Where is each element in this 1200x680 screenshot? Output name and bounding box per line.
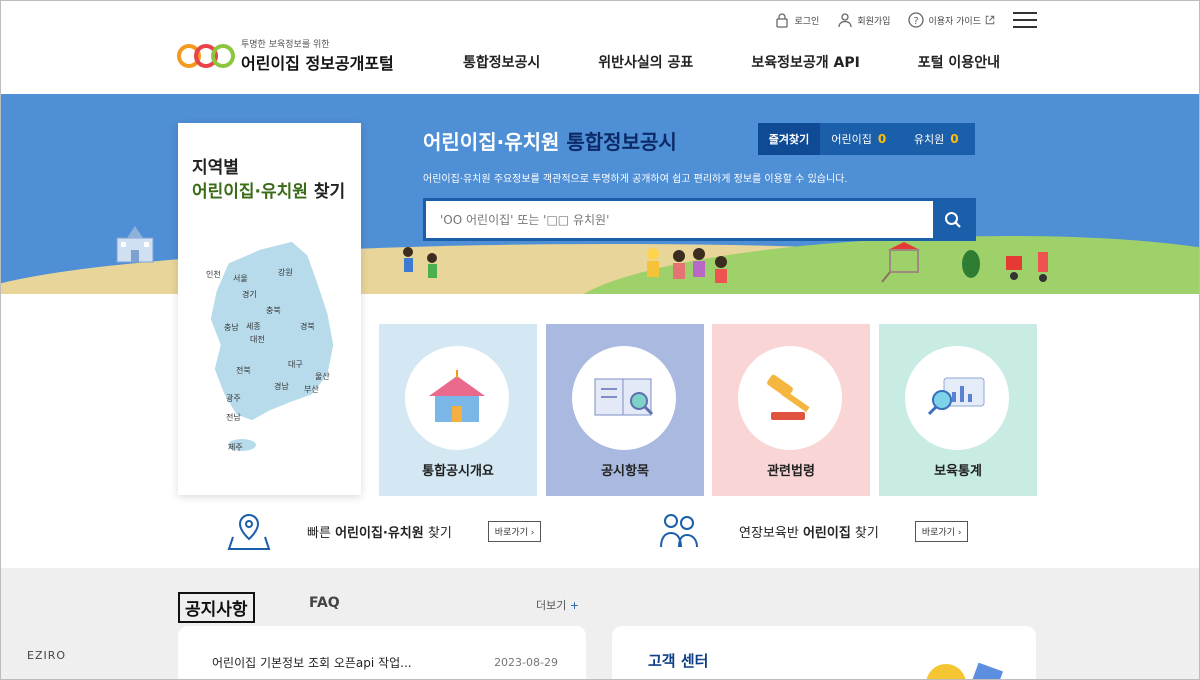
region-label[interactable]: 제주 bbox=[228, 443, 243, 452]
region-label[interactable]: 인천 bbox=[206, 269, 221, 279]
region-label[interactable]: 경기 bbox=[242, 289, 257, 299]
playground-illustration bbox=[881, 242, 1048, 283]
favorites-daycare-label: 어린이집 bbox=[831, 133, 872, 146]
tile-label: 통합공시개요 bbox=[422, 464, 494, 479]
region-label[interactable]: 울산 bbox=[315, 371, 330, 381]
tab-faq[interactable]: FAQ bbox=[309, 595, 340, 611]
region-card-title-line2: 어린이집·유치원 찾기 bbox=[192, 177, 345, 202]
svg-text:?: ? bbox=[914, 16, 919, 27]
watermark-logo: EZIRO bbox=[27, 649, 67, 662]
user-icon bbox=[838, 13, 852, 28]
nav-portal-guide[interactable]: 포털 이용안내 bbox=[918, 52, 1000, 72]
search-button[interactable] bbox=[933, 201, 973, 238]
hero-title: 어린이집·유치원 통합정보공시 bbox=[423, 126, 677, 155]
search-input[interactable] bbox=[426, 201, 933, 238]
external-link-icon bbox=[985, 15, 995, 25]
kids-playing-illustration bbox=[403, 247, 437, 278]
quick-find-go-button[interactable]: 바로가기 › bbox=[487, 520, 542, 542]
menu-hamburger-icon[interactable] bbox=[1013, 12, 1037, 30]
notice-item-title[interactable]: 어린이집 기본정보 조회 오픈api 작업... bbox=[212, 654, 412, 671]
tile-childcare-statistics[interactable]: 보육통계 bbox=[879, 324, 1037, 496]
region-label[interactable]: 대구 bbox=[288, 360, 303, 369]
hero-title-part2: 통합정보공시 bbox=[566, 130, 677, 154]
more-link[interactable]: 더보기 + bbox=[536, 597, 579, 613]
quick-find-daycare: 빠른 어린이집·유치원 찾기 바로가기 › bbox=[227, 511, 542, 551]
search-icon bbox=[945, 211, 961, 228]
statistics-monitor-icon bbox=[927, 377, 985, 416]
utility-menu: 로그인 회원가입 ? 이용자 가이드 bbox=[774, 12, 1037, 28]
region-label[interactable]: 부산 bbox=[304, 384, 319, 394]
tile-label: 관련법령 bbox=[767, 464, 815, 479]
tile-related-laws[interactable]: 관련법령 bbox=[712, 324, 870, 496]
tab-notice[interactable]: 공지사항 bbox=[178, 592, 255, 623]
notice-list-card: 어린이집 기본정보 조회 오픈api 작업... 2023-08-29 bbox=[178, 626, 586, 679]
favorites-kindergarten[interactable]: 유치원 0 bbox=[897, 123, 975, 155]
customer-center-card: 고객 센터 bbox=[612, 626, 1036, 679]
school-building-icon bbox=[116, 226, 154, 263]
region-label[interactable]: 충남 bbox=[224, 323, 239, 332]
signup-link[interactable]: 회원가입 bbox=[837, 12, 890, 28]
region-label[interactable]: 충북 bbox=[266, 306, 281, 315]
region-card-title-green: 어린이집·유치원 bbox=[192, 182, 308, 202]
nav-open-api[interactable]: 보육정보공개 API bbox=[751, 52, 859, 72]
nav-violation-notice[interactable]: 위반사실의 공표 bbox=[598, 52, 693, 72]
gavel-icon bbox=[767, 374, 810, 420]
favorites-kindergarten-count: 0 bbox=[950, 132, 959, 146]
region-card-title-line1: 지역별 bbox=[192, 158, 239, 178]
site-header: 로그인 회원가입 ? 이용자 가이드 투명한 보육정보를 위한 어린이집 정보공… bbox=[1, 1, 1199, 94]
region-label[interactable]: 광주 bbox=[226, 393, 241, 403]
hero-title-part1: 어린이집·유치원 bbox=[423, 130, 560, 154]
main-navigation: 통합정보공시 위반사실의 공표 보육정보공개 API 포털 이용안내 bbox=[463, 52, 1058, 72]
lock-icon bbox=[776, 13, 789, 28]
tile-label: 보육통계 bbox=[934, 464, 982, 479]
children-group-illustration bbox=[647, 248, 727, 283]
page-frame: 로그인 회원가입 ? 이용자 가이드 투명한 보육정보를 위한 어린이집 정보공… bbox=[0, 0, 1200, 680]
school-house-icon bbox=[429, 370, 485, 422]
favorites-daycare-count: 0 bbox=[877, 132, 887, 146]
favorites-daycare[interactable]: 어린이집 0 bbox=[820, 123, 898, 155]
logo-title: 어린이집 정보공개포털 bbox=[241, 54, 394, 73]
question-icon: ? bbox=[908, 12, 925, 28]
tile-disclosure-overview[interactable]: 통합공시개요 bbox=[379, 324, 537, 496]
tile-disclosure-items[interactable]: 공시항목 bbox=[546, 324, 704, 496]
region-label[interactable]: 전남 bbox=[226, 412, 241, 422]
extended-care-go-button[interactable]: 바로가기 › bbox=[914, 520, 969, 542]
guide-link[interactable]: ? 이용자 가이드 bbox=[908, 12, 995, 28]
site-logo[interactable]: 투명한 보육정보를 위한 어린이집 정보공개포털 bbox=[177, 37, 394, 74]
region-label[interactable]: 경남 bbox=[274, 381, 289, 391]
nav-integrated-disclosure[interactable]: 통합정보공시 bbox=[463, 52, 540, 72]
region-label[interactable]: 대전 bbox=[250, 334, 265, 344]
extended-care-label: 연장보육반 어린이집 찾기 bbox=[739, 525, 879, 541]
customer-center-title: 고객 센터 bbox=[648, 652, 709, 670]
tile-label: 공시항목 bbox=[601, 464, 649, 479]
region-label[interactable]: 전북 bbox=[236, 365, 251, 375]
region-label[interactable]: 강원 bbox=[278, 267, 293, 277]
logo-subtitle: 투명한 보육정보를 위한 bbox=[241, 40, 330, 50]
plus-icon: + bbox=[569, 599, 580, 612]
signup-label: 회원가입 bbox=[857, 16, 891, 27]
favorites-label: 즐겨찾기 bbox=[758, 123, 820, 155]
children-people-icon bbox=[660, 514, 698, 548]
coin-illustration-icon bbox=[926, 662, 1004, 679]
notice-item-date: 2023-08-29 bbox=[494, 656, 558, 669]
login-link[interactable]: 로그인 bbox=[774, 12, 819, 28]
map-pin-icon bbox=[227, 513, 271, 550]
quick-find-label: 빠른 어린이집·유치원 찾기 bbox=[307, 525, 452, 541]
region-finder-card[interactable]: 지역별 어린이집·유치원 찾기 인천 서울 강원 경기 충북 충남 세종 대전 … bbox=[178, 123, 361, 495]
open-book-magnifier-icon bbox=[594, 378, 654, 416]
region-label[interactable]: 경북 bbox=[300, 321, 315, 331]
region-label[interactable]: 세종 bbox=[246, 322, 261, 331]
korea-region-map[interactable]: 인천 서울 강원 경기 충북 충남 세종 대전 경북 대구 전북 울산 경남 부… bbox=[200, 235, 340, 457]
favorites-bar: 즐겨찾기 어린이집 0 유치원 0 bbox=[758, 123, 975, 155]
quick-find-extended-care: 연장보육반 어린이집 찾기 바로가기 › bbox=[657, 511, 969, 551]
guide-label: 이용자 가이드 bbox=[928, 16, 981, 27]
region-label[interactable]: 서울 bbox=[233, 274, 248, 283]
hero-description: 어린이집·유치원 주요정보를 객관적으로 투명하게 공개하여 쉽고 편리하게 정… bbox=[423, 174, 848, 185]
logo-faces-icon bbox=[177, 43, 235, 68]
favorites-kindergarten-label: 유치원 bbox=[913, 133, 945, 146]
login-label: 로그인 bbox=[794, 16, 820, 27]
region-card-title-rest: 찾기 bbox=[307, 182, 346, 202]
search-bar bbox=[423, 198, 976, 241]
